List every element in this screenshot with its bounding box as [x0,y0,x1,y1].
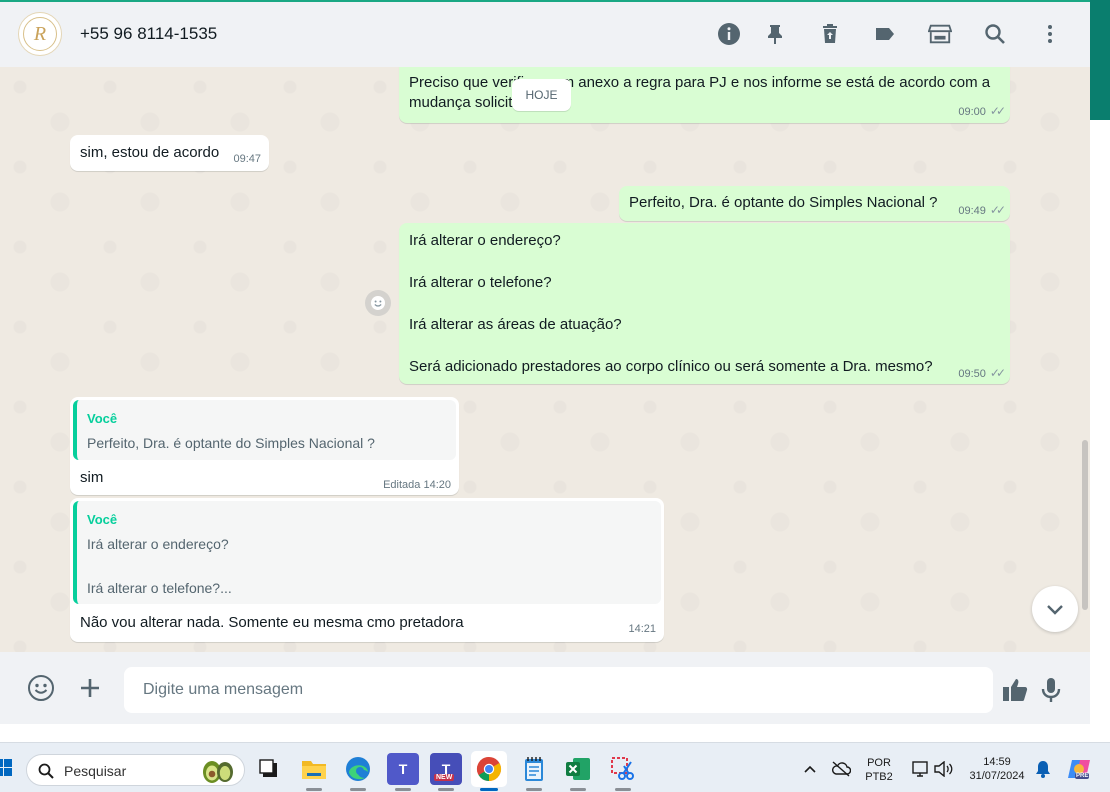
quoted-message[interactable]: Você Perfeito, Dra. é optante do Simples… [73,400,456,460]
language-indicator[interactable]: POR PTB2 [862,756,896,784]
windows-taskbar: Pesquisar T T NEW POR PTB2 14:59 31/07/2… [0,742,1110,792]
store-icon[interactable] [928,22,952,46]
search-icon [38,763,54,779]
message-text: Irá alterar as áreas de atuação? [409,316,622,333]
search-placeholder: Pesquisar [64,763,127,779]
running-indicator [306,788,322,791]
volume-icon[interactable] [927,753,959,785]
date-badge: HOJE [512,79,571,111]
message-list[interactable]: Preciso que verifique em anexo a regra p… [0,67,1090,652]
new-badge: NEW [434,774,455,781]
microphone-icon[interactable] [1036,675,1066,705]
message-text: sim, estou de acordo [80,144,220,161]
message-meta: 09:50 ✓✓ [958,366,1006,380]
thumbs-up-icon[interactable] [1000,675,1030,705]
avatar-logo: R [23,17,57,51]
menu-icon[interactable] [1038,22,1062,46]
contact-name[interactable]: +55 96 8114-1535 [80,24,217,44]
message-text: Irá alterar o endereço? [409,232,561,249]
message-bubble-outgoing[interactable]: Preciso que verifique em anexo a regra p… [399,67,1010,123]
message-text: Perfeito, Dra. é optante do Simples Naci… [629,194,938,211]
notepad-icon[interactable] [518,753,550,785]
emoji-icon[interactable] [26,673,56,703]
edited-label: Editada [383,479,421,491]
clock-date: 31/07/2024 [969,770,1025,782]
info-icon[interactable] [717,22,741,46]
message-text: sim [80,469,104,486]
preview-badge: PRE [1075,773,1090,779]
window-bottom-gap [0,724,1110,742]
clock-time: 14:59 [983,756,1011,768]
read-ticks-icon: ✓✓ [989,104,1006,118]
teams-icon[interactable]: T [387,753,419,785]
quoted-message[interactable]: Você Irá alterar o endereço? Irá alterar… [73,501,661,604]
message-text: Preciso que verifique em anexo a regra p… [409,74,991,91]
taskbar-search[interactable]: Pesquisar [26,754,245,786]
quote-text: Irá alterar o telefone?... [87,580,232,596]
read-ticks-icon: ✓✓ [989,366,1006,380]
chat-header: R +55 96 8114-1535 [0,0,1090,67]
message-time: 09:49 [958,205,986,217]
file-explorer-icon[interactable] [298,753,330,785]
quote-text: Perfeito, Dra. é optante do Simples Naci… [87,435,375,451]
message-text: Não vou alterar nada. Somente eu mesma c… [80,614,464,631]
search-icon[interactable] [983,22,1007,46]
running-indicator [350,788,366,791]
clock[interactable]: 14:59 31/07/2024 [960,755,1034,783]
message-input[interactable] [124,667,993,713]
avocado-icon [203,761,233,783]
chat-scrollbar[interactable] [1082,440,1088,610]
keyboard-layout: PTB2 [865,771,893,783]
message-time: 14:21 [628,623,656,635]
message-time: 09:47 [233,153,261,165]
notifications-bell-icon[interactable] [1027,753,1059,785]
message-time: 09:50 [958,368,986,380]
excel-icon[interactable] [562,753,594,785]
quote-text: Irá alterar o endereço? [87,536,229,552]
read-ticks-icon: ✓✓ [989,203,1006,217]
message-bubble-outgoing[interactable]: Perfeito, Dra. é optante do Simples Naci… [619,186,1010,221]
running-indicator [395,788,411,791]
running-indicator [526,788,542,791]
message-meta: Editada 14:20 [383,479,451,491]
whatsapp-window: R +55 96 8114-1535 Preciso que verifique… [0,0,1110,742]
message-bubble-outgoing[interactable]: Irá alterar o endereço? Irá alterar o te… [399,223,1010,384]
scroll-to-bottom-button[interactable] [1032,586,1078,632]
running-indicator [570,788,586,791]
message-meta: 09:49 ✓✓ [958,203,1006,217]
task-view-icon[interactable] [253,753,285,785]
window-edge-accent [1090,0,1110,120]
running-indicator [615,788,631,791]
onedrive-offline-icon[interactable] [825,753,857,785]
quote-author: Você [87,512,118,527]
active-indicator [480,788,498,791]
react-emoji-icon[interactable] [365,290,391,316]
language-code: POR [867,757,891,769]
contact-avatar[interactable]: R [18,12,62,56]
delete-icon[interactable] [818,22,842,46]
message-meta: 09:00 ✓✓ [958,104,1006,118]
teams-new-icon[interactable]: T NEW [430,753,462,785]
message-bubble-incoming-reply[interactable]: Você Perfeito, Dra. é optante do Simples… [70,397,459,495]
chevron-down-icon [1047,605,1063,615]
message-composer [0,652,1090,724]
chevron-up-icon[interactable] [794,753,826,785]
message-bubble-incoming-reply[interactable]: Você Irá alterar o endereço? Irá alterar… [70,498,664,642]
edge-icon[interactable] [342,753,374,785]
running-indicator [438,788,454,791]
message-time: 09:00 [958,106,986,118]
message-text: Será adicionado prestadores ao corpo clí… [409,358,933,375]
attach-plus-icon[interactable] [75,673,105,703]
snipping-tool-icon[interactable] [607,753,639,785]
pin-icon[interactable] [763,22,787,46]
quote-author: Você [87,411,118,426]
label-icon[interactable] [873,22,897,46]
message-text: Irá alterar o telefone? [409,274,552,291]
message-time: 14:20 [423,479,451,491]
copilot-icon[interactable]: PRE [1063,753,1095,785]
chrome-icon[interactable] [473,753,505,785]
message-bubble-incoming[interactable]: sim, estou de acordo 09:47 [70,135,269,171]
start-icon[interactable] [0,756,14,780]
